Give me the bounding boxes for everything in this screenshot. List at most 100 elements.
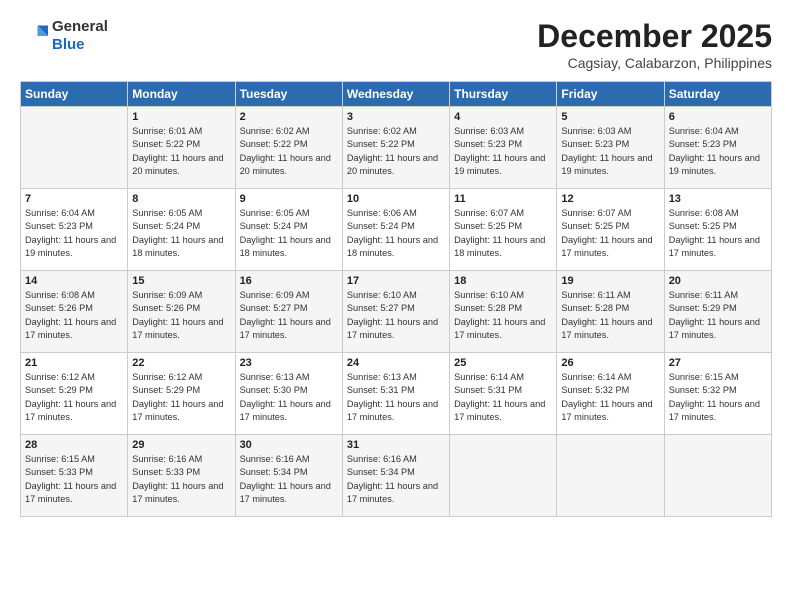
day-info: Sunrise: 6:03 AM Sunset: 5:23 PM Dayligh… [561, 125, 659, 178]
calendar-cell: 11 Sunrise: 6:07 AM Sunset: 5:25 PM Dayli… [450, 189, 557, 271]
day-info: Sunrise: 6:01 AM Sunset: 5:22 PM Dayligh… [132, 125, 230, 178]
calendar-cell [21, 107, 128, 189]
day-info: Sunrise: 6:16 AM Sunset: 5:34 PM Dayligh… [240, 453, 338, 506]
day-number: 10 [347, 193, 445, 205]
week-row-4: 21 Sunrise: 6:12 AM Sunset: 5:29 PM Dayli… [21, 353, 772, 435]
calendar-cell: 17 Sunrise: 6:10 AM Sunset: 5:27 PM Dayli… [342, 271, 449, 353]
day-number: 12 [561, 193, 659, 205]
day-info: Sunrise: 6:13 AM Sunset: 5:31 PM Dayligh… [347, 371, 445, 424]
calendar-cell: 27Sunrise: 6:15 AM Sunset: 5:32 PM Dayli… [664, 353, 771, 435]
logo-icon [20, 22, 48, 50]
title-block: December 2025 Cagsiay, Calabarzon, Phili… [537, 18, 772, 71]
col-header-monday: Monday [128, 82, 235, 107]
calendar-cell: 20 Sunrise: 6:11 AM Sunset: 5:29 PM Dayli… [664, 271, 771, 353]
day-number: 11 [454, 193, 552, 205]
day-number: 27 [669, 357, 767, 369]
day-info: Sunrise: 6:03 AM Sunset: 5:23 PM Dayligh… [454, 125, 552, 178]
calendar-cell: 18Sunrise: 6:10 AM Sunset: 5:28 PM Dayli… [450, 271, 557, 353]
calendar-cell: 5 Sunrise: 6:03 AM Sunset: 5:23 PM Daylig… [557, 107, 664, 189]
day-info: Sunrise: 6:13 AM Sunset: 5:30 PM Dayligh… [240, 371, 338, 424]
calendar-cell: 13Sunrise: 6:08 AM Sunset: 5:25 PM Dayli… [664, 189, 771, 271]
day-number: 19 [561, 275, 659, 287]
week-row-1: 1 Sunrise: 6:01 AM Sunset: 5:22 PM Daylig… [21, 107, 772, 189]
calendar-cell [557, 435, 664, 517]
calendar-cell: 30 Sunrise: 6:16 AM Sunset: 5:34 PM Dayli… [235, 435, 342, 517]
calendar-cell: 1 Sunrise: 6:01 AM Sunset: 5:22 PM Daylig… [128, 107, 235, 189]
day-info: Sunrise: 6:12 AM Sunset: 5:29 PM Dayligh… [132, 371, 230, 424]
day-info: Sunrise: 6:04 AM Sunset: 5:23 PM Dayligh… [669, 125, 767, 178]
page: General Blue December 2025 Cagsiay, Cala… [0, 0, 792, 612]
day-number: 3 [347, 111, 445, 123]
header-row: SundayMondayTuesdayWednesdayThursdayFrid… [21, 82, 772, 107]
day-number: 21 [25, 357, 123, 369]
day-number: 2 [240, 111, 338, 123]
day-number: 31 [347, 439, 445, 451]
col-header-thursday: Thursday [450, 82, 557, 107]
day-number: 16 [240, 275, 338, 287]
day-info: Sunrise: 6:02 AM Sunset: 5:22 PM Dayligh… [347, 125, 445, 178]
day-info: Sunrise: 6:08 AM Sunset: 5:25 PM Dayligh… [669, 207, 767, 260]
day-info: Sunrise: 6:15 AM Sunset: 5:33 PM Dayligh… [25, 453, 123, 506]
calendar-cell: 12 Sunrise: 6:07 AM Sunset: 5:25 PM Dayli… [557, 189, 664, 271]
day-info: Sunrise: 6:04 AM Sunset: 5:23 PM Dayligh… [25, 207, 123, 260]
calendar-cell: 2 Sunrise: 6:02 AM Sunset: 5:22 PM Daylig… [235, 107, 342, 189]
calendar-cell: 23Sunrise: 6:13 AM Sunset: 5:30 PM Dayli… [235, 353, 342, 435]
day-info: Sunrise: 6:09 AM Sunset: 5:26 PM Dayligh… [132, 289, 230, 342]
col-header-wednesday: Wednesday [342, 82, 449, 107]
day-number: 4 [454, 111, 552, 123]
day-number: 29 [132, 439, 230, 451]
day-info: Sunrise: 6:11 AM Sunset: 5:29 PM Dayligh… [669, 289, 767, 342]
day-number: 28 [25, 439, 123, 451]
day-info: Sunrise: 6:16 AM Sunset: 5:34 PM Dayligh… [347, 453, 445, 506]
day-info: Sunrise: 6:14 AM Sunset: 5:31 PM Dayligh… [454, 371, 552, 424]
day-info: Sunrise: 6:08 AM Sunset: 5:26 PM Dayligh… [25, 289, 123, 342]
calendar-cell: 7 Sunrise: 6:04 AM Sunset: 5:23 PM Daylig… [21, 189, 128, 271]
day-info: Sunrise: 6:10 AM Sunset: 5:27 PM Dayligh… [347, 289, 445, 342]
day-info: Sunrise: 6:14 AM Sunset: 5:32 PM Dayligh… [561, 371, 659, 424]
day-number: 22 [132, 357, 230, 369]
day-info: Sunrise: 6:07 AM Sunset: 5:25 PM Dayligh… [454, 207, 552, 260]
day-number: 5 [561, 111, 659, 123]
calendar-cell: 24 Sunrise: 6:13 AM Sunset: 5:31 PM Dayli… [342, 353, 449, 435]
day-number: 20 [669, 275, 767, 287]
day-info: Sunrise: 6:06 AM Sunset: 5:24 PM Dayligh… [347, 207, 445, 260]
day-number: 24 [347, 357, 445, 369]
day-number: 30 [240, 439, 338, 451]
day-info: Sunrise: 6:10 AM Sunset: 5:28 PM Dayligh… [454, 289, 552, 342]
calendar-cell: 8Sunrise: 6:05 AM Sunset: 5:24 PM Daylig… [128, 189, 235, 271]
col-header-friday: Friday [557, 82, 664, 107]
week-row-3: 14Sunrise: 6:08 AM Sunset: 5:26 PM Dayli… [21, 271, 772, 353]
calendar-cell: 3 Sunrise: 6:02 AM Sunset: 5:22 PM Daylig… [342, 107, 449, 189]
logo-text: General Blue [52, 18, 108, 54]
day-number: 7 [25, 193, 123, 205]
day-info: Sunrise: 6:05 AM Sunset: 5:24 PM Dayligh… [240, 207, 338, 260]
week-row-2: 7 Sunrise: 6:04 AM Sunset: 5:23 PM Daylig… [21, 189, 772, 271]
day-info: Sunrise: 6:02 AM Sunset: 5:22 PM Dayligh… [240, 125, 338, 178]
calendar-cell: 19 Sunrise: 6:11 AM Sunset: 5:28 PM Dayli… [557, 271, 664, 353]
day-number: 26 [561, 357, 659, 369]
day-number: 1 [132, 111, 230, 123]
calendar-cell: 25 Sunrise: 6:14 AM Sunset: 5:31 PM Dayli… [450, 353, 557, 435]
calendar-cell: 15Sunrise: 6:09 AM Sunset: 5:26 PM Dayli… [128, 271, 235, 353]
day-number: 17 [347, 275, 445, 287]
day-info: Sunrise: 6:16 AM Sunset: 5:33 PM Dayligh… [132, 453, 230, 506]
calendar-cell [664, 435, 771, 517]
day-number: 25 [454, 357, 552, 369]
calendar-cell: 29 Sunrise: 6:16 AM Sunset: 5:33 PM Dayli… [128, 435, 235, 517]
calendar-cell: 10 Sunrise: 6:06 AM Sunset: 5:24 PM Dayli… [342, 189, 449, 271]
day-info: Sunrise: 6:12 AM Sunset: 5:29 PM Dayligh… [25, 371, 123, 424]
day-info: Sunrise: 6:07 AM Sunset: 5:25 PM Dayligh… [561, 207, 659, 260]
calendar-cell: 21 Sunrise: 6:12 AM Sunset: 5:29 PM Dayli… [21, 353, 128, 435]
calendar-cell: 16 Sunrise: 6:09 AM Sunset: 5:27 PM Dayli… [235, 271, 342, 353]
calendar-cell: 31 Sunrise: 6:16 AM Sunset: 5:34 PM Dayli… [342, 435, 449, 517]
calendar-cell: 14Sunrise: 6:08 AM Sunset: 5:26 PM Dayli… [21, 271, 128, 353]
calendar-cell: 22 Sunrise: 6:12 AM Sunset: 5:29 PM Dayli… [128, 353, 235, 435]
header: General Blue December 2025 Cagsiay, Cala… [20, 18, 772, 71]
day-info: Sunrise: 6:09 AM Sunset: 5:27 PM Dayligh… [240, 289, 338, 342]
col-header-tuesday: Tuesday [235, 82, 342, 107]
location-subtitle: Cagsiay, Calabarzon, Philippines [537, 55, 772, 71]
day-info: Sunrise: 6:11 AM Sunset: 5:28 PM Dayligh… [561, 289, 659, 342]
col-header-sunday: Sunday [21, 82, 128, 107]
day-number: 9 [240, 193, 338, 205]
calendar-cell: 6Sunrise: 6:04 AM Sunset: 5:23 PM Daylig… [664, 107, 771, 189]
